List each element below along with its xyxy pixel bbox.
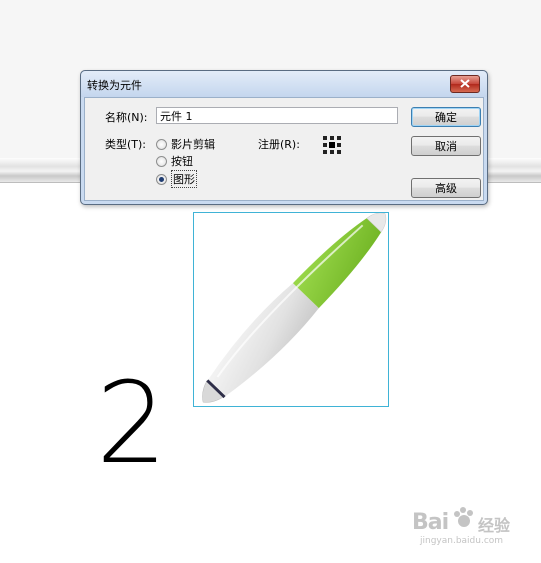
reg-point-center[interactable]: [329, 142, 335, 148]
type-radio-movie-clip[interactable]: 影片剪辑: [156, 136, 215, 152]
reg-point-top-left[interactable]: [323, 136, 327, 140]
reg-point-bottom-right[interactable]: [337, 150, 341, 154]
pen-graphic: [202, 212, 387, 403]
watermark-brand-cn: 经验: [478, 516, 511, 535]
ok-button[interactable]: 确定: [411, 107, 481, 127]
name-label: 名称(N):: [105, 111, 148, 124]
reg-point-top-center[interactable]: [330, 136, 334, 140]
registration-label: 注册(R):: [258, 138, 300, 151]
paw-icon: [454, 507, 473, 527]
type-radio-graphic[interactable]: 图形: [156, 170, 197, 188]
type-label: 类型(T):: [105, 138, 147, 151]
registration-grid[interactable]: [323, 136, 343, 156]
advanced-button[interactable]: 高级: [411, 178, 481, 198]
reg-point-middle-left[interactable]: [323, 143, 327, 147]
convert-to-symbol-dialog: 转换为元件 名称(N): 元件 1 类型(T): 影片剪辑 按钮 图形 注册(R…: [80, 70, 488, 205]
type-radio-button[interactable]: 按钮: [156, 153, 193, 169]
name-input[interactable]: 元件 1: [156, 107, 398, 124]
radio-graphic[interactable]: [156, 173, 167, 185]
radio-graphic-label: 图形: [171, 170, 197, 188]
watermark-url: jingyan.baidu.com: [420, 536, 504, 546]
radio-button[interactable]: [156, 155, 167, 167]
dialog-body: 名称(N): 元件 1 类型(T): 影片剪辑 按钮 图形 注册(R): 确定 …: [84, 97, 484, 201]
close-icon: [460, 79, 470, 88]
dialog-titlebar[interactable]: 转换为元件: [81, 71, 487, 97]
reg-point-middle-right[interactable]: [337, 143, 341, 147]
dialog-title: 转换为元件: [87, 79, 142, 92]
radio-button-label: 按钮: [171, 155, 193, 168]
selected-symbol-bounds[interactable]: [193, 212, 389, 407]
reg-point-bottom-left[interactable]: [323, 150, 327, 154]
reg-point-top-right[interactable]: [337, 136, 341, 140]
watermark-brand: Bai: [412, 510, 449, 535]
cancel-button[interactable]: 取消: [411, 136, 481, 156]
radio-movie-clip[interactable]: [156, 138, 167, 150]
close-button[interactable]: [450, 75, 480, 93]
baidu-watermark: Bai 经验 jingyan.baidu.com: [412, 500, 532, 550]
step-number: 2: [96, 359, 168, 489]
reg-point-bottom-center[interactable]: [330, 150, 334, 154]
radio-movie-clip-label: 影片剪辑: [171, 138, 215, 151]
